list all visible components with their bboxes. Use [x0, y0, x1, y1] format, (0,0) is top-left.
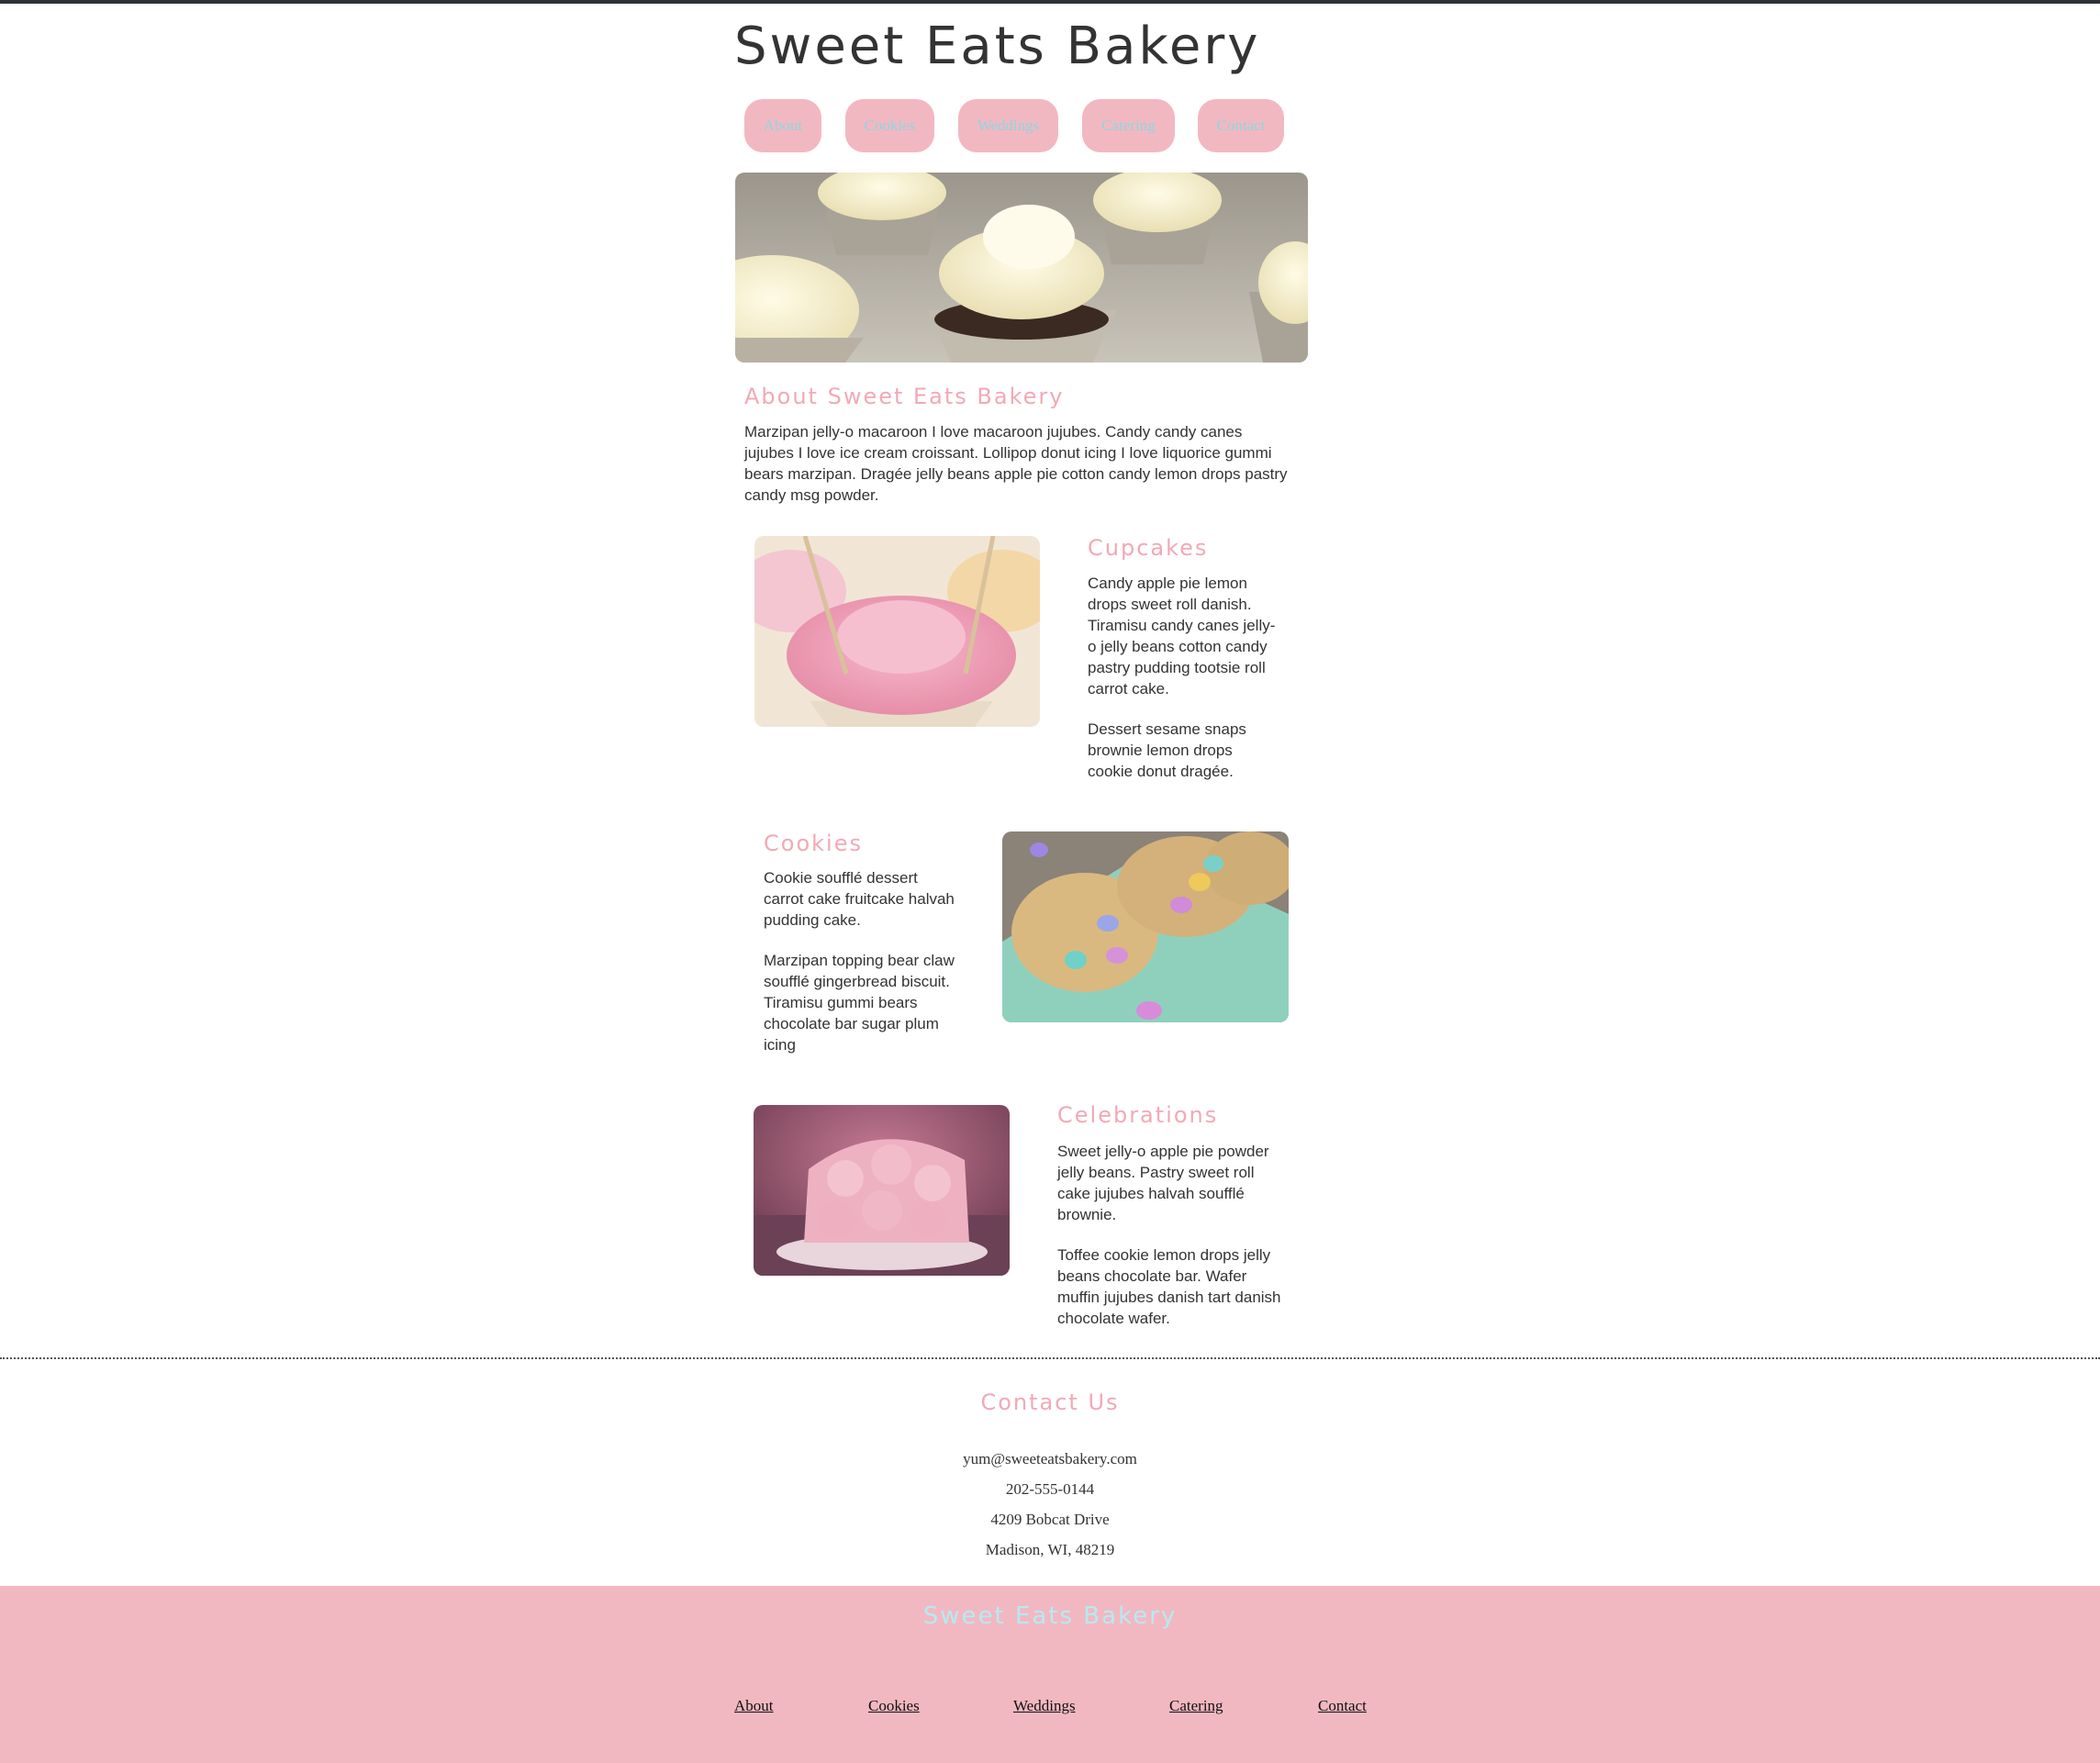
footer-title: Sweet Eats Bakery — [922, 1602, 1178, 1630]
cupcakes-heading: Cupcakes — [1088, 535, 1209, 561]
cupcakes-text-1: Candy apple pie lemon drops sweet roll d… — [1088, 575, 1276, 697]
celebrations-heading: Celebrations — [1057, 1102, 1219, 1128]
section-divider — [0, 1357, 2100, 1359]
contact-email: yum@sweeteatsbakery.com — [963, 1450, 1137, 1467]
cookies-heading: Cookies — [764, 831, 863, 856]
nav-catering-button[interactable]: Catering — [1082, 99, 1175, 152]
contact-city: Madison, WI, 48219 — [985, 1541, 1115, 1558]
footer-link-about[interactable]: About — [734, 1697, 774, 1715]
hero-cupcakes-image — [735, 173, 1308, 363]
contact-phone: 202-555-0144 — [1005, 1480, 1095, 1498]
footer-link-contact[interactable]: Contact — [1318, 1697, 1367, 1715]
footer-link-weddings[interactable]: Weddings — [1013, 1697, 1076, 1715]
pink-cupcake-image — [754, 536, 1040, 727]
site-title: Sweet Eats Bakery — [734, 17, 1261, 76]
nav-weddings-button[interactable]: Weddings — [958, 99, 1058, 152]
rose-cake-image — [754, 1105, 1010, 1276]
about-heading: About Sweet Eats Bakery — [744, 384, 1065, 409]
footer-link-cookies[interactable]: Cookies — [868, 1697, 920, 1715]
celebrations-text-2: Toffee cookie lemon drops jelly beans ch… — [1057, 1246, 1281, 1327]
nav-contact-button[interactable]: Contact — [1198, 99, 1284, 152]
cookies-text-1: Cookie soufflé dessert carrot cake fruit… — [764, 869, 955, 929]
about-text: Marzipan jelly-o macaroon I love macaroo… — [744, 423, 1288, 504]
contact-street: 4209 Bobcat Drive — [990, 1511, 1110, 1528]
cookies-image — [1002, 831, 1289, 1022]
top-border — [0, 0, 2100, 4]
contact-heading: Contact Us — [980, 1389, 1120, 1415]
footer: Sweet Eats Bakery About Cookies Weddings… — [0, 1586, 2100, 1763]
footer-link-catering[interactable]: Catering — [1169, 1697, 1223, 1715]
celebrations-text-1: Sweet jelly-o apple pie powder jelly bea… — [1057, 1143, 1269, 1223]
cookies-text-2: Marzipan topping bear claw soufflé ginge… — [764, 952, 955, 1054]
nav-cookies-button[interactable]: Cookies — [845, 99, 934, 152]
cupcakes-text-2: Dessert sesame snaps brownie lemon drops… — [1088, 720, 1246, 780]
nav-about-button[interactable]: About — [744, 99, 821, 152]
